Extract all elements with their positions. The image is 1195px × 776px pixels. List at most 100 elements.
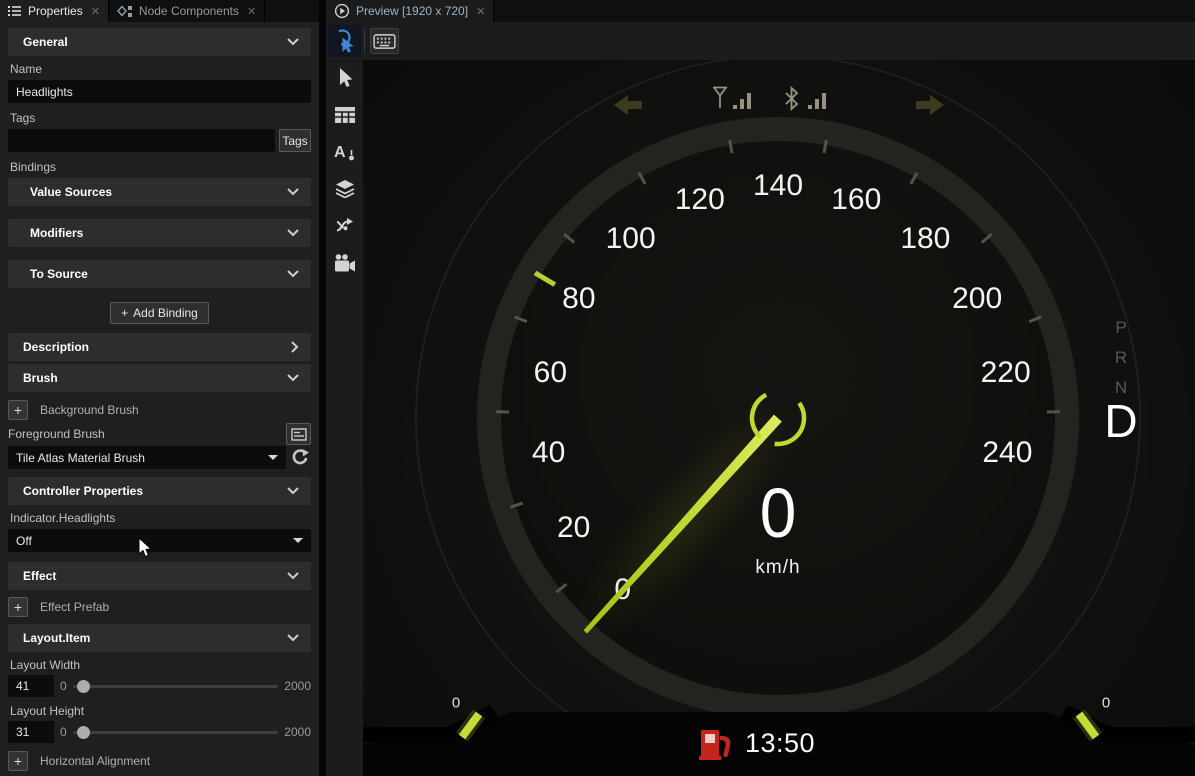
properties-panel: Properties ✕ Node Components ✕ General N… [0,0,319,776]
slider-min: 0 [60,725,67,739]
slider-min: 0 [60,679,67,693]
add-binding-button[interactable]: + Add Binding [110,302,209,324]
turn-signal-right-icon [916,93,944,117]
text-anchor-tool[interactable]: A [333,140,357,164]
indicator-headlights-dropdown[interactable]: Off [8,529,311,552]
indicator-headlights-label: Indicator.Headlights [10,511,309,525]
preview-side-toolbar: A [326,60,363,776]
slider-handle[interactable] [77,726,90,739]
camera-tool[interactable] [333,251,357,275]
background-brush-label: Background Brush [40,403,139,417]
mouse-cursor [138,538,152,558]
dropdown-value: Off [16,534,32,548]
name-input[interactable]: Headlights [8,80,311,103]
name-label: Name [10,62,309,76]
dropdown-value: Tile Atlas Material Brush [16,451,145,465]
pointer-icon [336,67,354,89]
right-gauge-value: 0 [1102,695,1110,712]
select-interact-tool[interactable] [328,25,361,57]
grid-tool[interactable] [333,103,357,127]
section-title: Controller Properties [23,484,143,498]
section-controller-properties[interactable]: Controller Properties [8,477,311,505]
effect-prefab-label: Effect Prefab [40,600,109,614]
chevron-down-icon [287,374,299,382]
layout-height-slider[interactable] [73,721,279,743]
reset-icon[interactable] [289,447,311,469]
chevron-down-icon [287,38,299,46]
section-brush[interactable]: Brush [8,364,311,392]
layers-icon [335,180,355,198]
layout-width-input[interactable]: 41 [8,675,54,697]
chevron-down-icon [287,487,299,495]
keyboard-tool[interactable] [370,28,399,54]
section-title: Brush [23,371,58,385]
svg-text:A: A [334,144,346,161]
section-title: To Source [30,267,88,281]
preview-panel: Preview [1920 x 720] ✕ [326,0,1195,776]
section-title: General [23,35,68,49]
layout-height-input[interactable]: 31 [8,721,54,743]
bindings-label: Bindings [10,160,309,174]
slider-track [73,685,279,688]
caret-down-icon [293,538,303,543]
camera-icon [334,254,356,272]
chevron-right-icon [291,341,299,353]
tags-input[interactable] [8,129,275,152]
add-background-brush-button[interactable]: + [8,400,28,420]
speed-value: 0 [708,473,849,553]
close-icon[interactable]: ✕ [476,5,485,18]
preview-tabbar: Preview [1920 x 720] ✕ [326,0,1195,22]
add-binding-label: Add Binding [133,306,198,320]
close-icon[interactable]: ✕ [91,5,100,18]
tags-button[interactable]: Tags [279,129,311,152]
left-tabbar: Properties ✕ Node Components ✕ [0,0,319,22]
brush-editor-icon [291,428,307,441]
close-icon[interactable]: ✕ [247,5,256,18]
preview-canvas[interactable]: 020406080100120140160180200220240 0 km/h… [363,60,1195,776]
layers-tool[interactable] [333,177,357,201]
properties-list-icon [8,5,22,17]
tab-label: Preview [1920 x 720] [356,4,468,18]
section-modifiers[interactable]: Modifiers [8,219,311,247]
section-layout-item[interactable]: Layout.Item [8,624,311,652]
caret-down-icon [268,455,278,460]
tab-label: Properties [28,4,83,18]
section-description[interactable]: Description [8,333,311,361]
chevron-down-icon [287,270,299,278]
keyboard-icon [373,33,396,50]
section-effect[interactable]: Effect [8,562,311,590]
chevron-down-icon [287,229,299,237]
preview-toolbar [326,22,1195,60]
section-general[interactable]: General [8,28,311,56]
connections-icon [336,217,354,235]
section-to-source[interactable]: To Source [8,260,311,288]
section-title: Value Sources [30,185,112,199]
gear-r: R [1099,348,1143,368]
left-gauge-value: 0 [452,695,460,712]
section-value-sources[interactable]: Value Sources [8,178,311,206]
add-horizontal-alignment-button[interactable]: + [8,751,28,771]
slider-max: 2000 [284,725,311,739]
speed-unit: km/h [703,557,853,579]
properties-body: General Name Headlights Tags Tags Bindin… [0,22,319,776]
panel-divider[interactable] [319,0,326,776]
section-title: Description [23,340,89,354]
slider-handle[interactable] [77,680,90,693]
foreground-brush-dropdown[interactable]: Tile Atlas Material Brush [8,446,286,469]
layout-width-label: Layout Width [10,658,309,672]
chevron-down-icon [287,572,299,580]
gear-p: P [1099,318,1143,338]
plus-icon: + [121,306,128,320]
pointer-tool[interactable] [333,66,357,90]
layout-width-slider[interactable] [73,675,279,697]
add-effect-prefab-button[interactable]: + [8,597,28,617]
slider-max: 2000 [284,679,311,693]
connections-tool[interactable] [333,214,357,238]
tab-properties[interactable]: Properties ✕ [0,0,109,22]
section-title: Layout.Item [23,631,90,645]
tab-node-components[interactable]: Node Components ✕ [109,0,265,22]
tab-preview[interactable]: Preview [1920 x 720] ✕ [326,0,494,22]
chevron-down-icon [287,634,299,642]
select-interact-icon [333,28,357,54]
brush-editor-button[interactable] [286,423,311,445]
